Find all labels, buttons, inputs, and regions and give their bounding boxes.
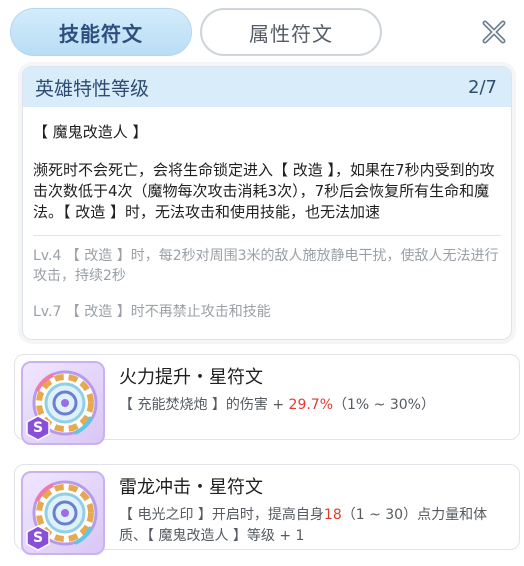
rune-description: 【 充能焚烧炮 】的伤害 + 29.7%（1% ~ 30%） [119, 397, 435, 413]
trait-name: 【 魔鬼改造人 】 [33, 123, 148, 141]
rune-title: 火力提升・星符文 [119, 367, 263, 388]
trait-header: 英雄特性等级 2/7 [23, 67, 511, 107]
trait-page-indicator: 2/7 [468, 76, 497, 98]
close-icon [482, 20, 506, 44]
rarity-badge: S [25, 415, 51, 441]
trait-body: 【 魔鬼改造人 】 濒死时不会死亡，会将生命锁定进入【 改造 】，如果在7秒内受… [23, 107, 511, 322]
trait-level-7: Lv.7 【 改造 】时不再禁止攻击和技能 [33, 304, 271, 320]
rune-value-highlight: 29.7% [288, 397, 334, 413]
rune-gear-icon: S [21, 361, 105, 445]
trait-level-4: Lv.4 【 改造 】时，每2秒对周围3米的敌人施放静电干扰，使敌人无法进行攻击… [33, 248, 499, 284]
rune-card[interactable]: S 雷龙冲击・星符文 【 电光之印 】开启时，提高自身18（1 ~ 30）点力量… [14, 464, 520, 555]
trait-title: 英雄特性等级 [35, 77, 150, 100]
hero-trait-panel: 英雄特性等级 2/7 【 魔鬼改造人 】 濒死时不会死亡，会将生命锁定进入【 改… [22, 66, 512, 340]
rune-description: 【 电光之印 】开启时，提高自身18（1 ~ 30）点力量和体质、【 魔鬼改造人… [119, 507, 488, 544]
rune-title: 雷龙冲击・星符文 [119, 477, 263, 498]
rune-value-highlight: 18 [323, 507, 342, 523]
divider [33, 235, 501, 236]
tab-bar: 技能符文 属性符文 [6, 6, 518, 58]
trait-description: 濒死时不会死亡，会将生命锁定进入【 改造 】，如果在7秒内受到的攻击次数低于4次… [33, 161, 495, 221]
tab-skill-runes[interactable]: 技能符文 [10, 8, 192, 56]
tab-attribute-runes[interactable]: 属性符文 [200, 8, 382, 56]
rune-gear-icon: S [21, 471, 105, 555]
rarity-badge: S [25, 525, 51, 551]
close-button[interactable] [480, 18, 508, 46]
rune-card[interactable]: S 火力提升・星符文 【 充能焚烧炮 】的伤害 + 29.7%（1% ~ 30%… [14, 354, 520, 445]
